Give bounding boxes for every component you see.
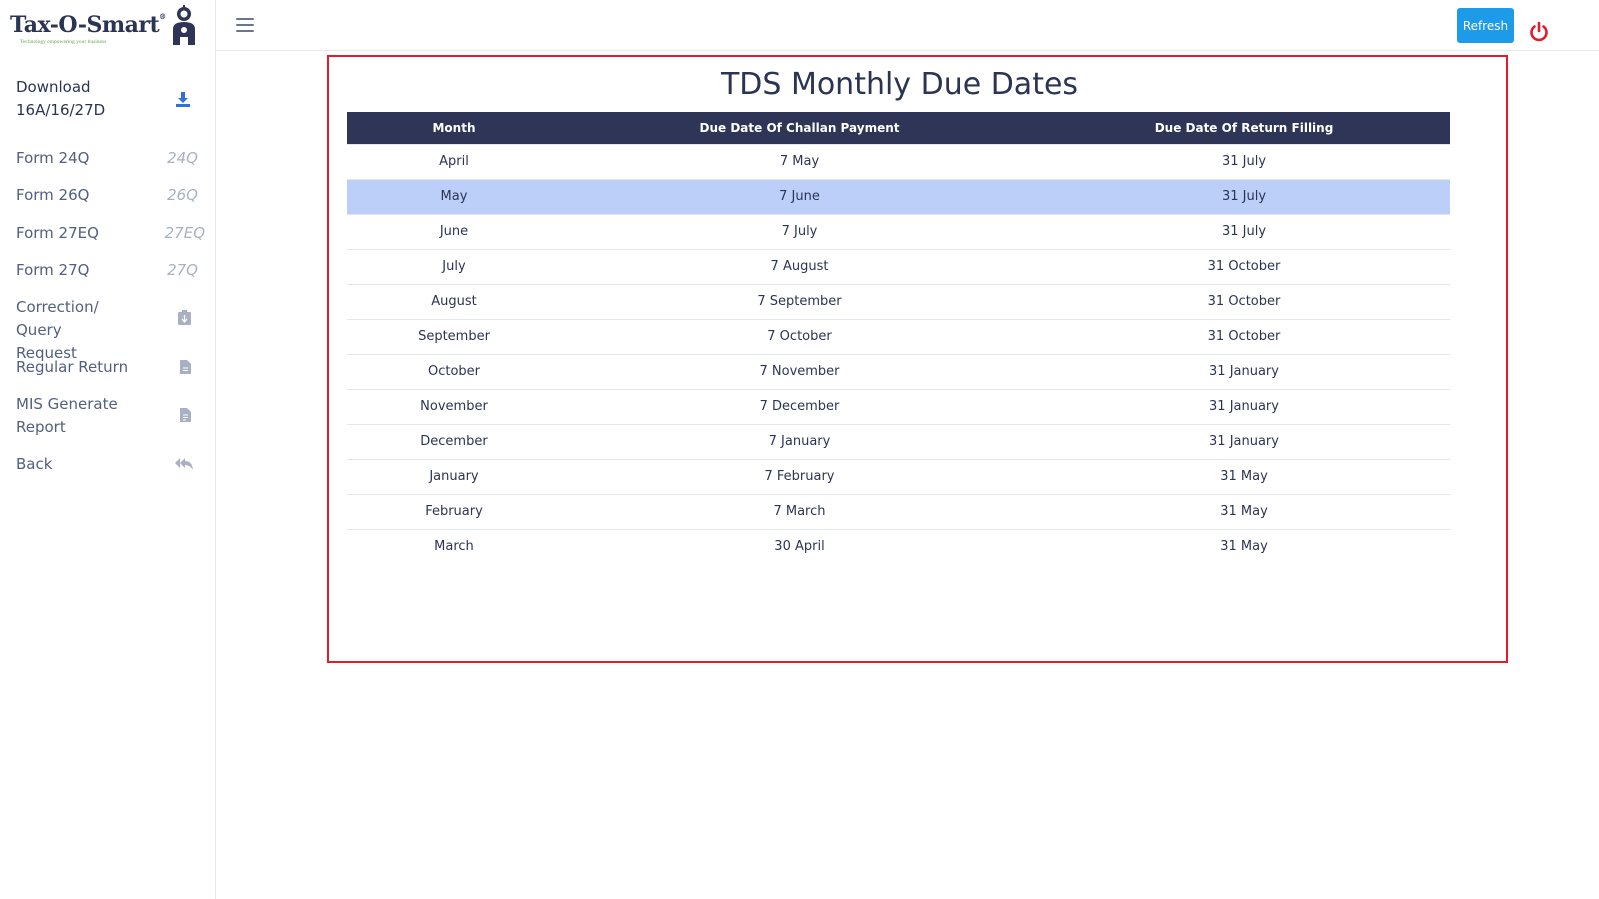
cell-return-due: 31 July: [1038, 143, 1450, 179]
sidebar-item-label: Download 16A/16/27D: [16, 78, 106, 119]
cell-return-due: 31 October: [1038, 283, 1450, 319]
cell-challan-due: 7 January: [561, 423, 1038, 459]
cell-month: December: [347, 423, 561, 459]
brand-name: Tax-O-Smart®: [10, 12, 166, 38]
cell-month: November: [347, 388, 561, 424]
cell-challan-due: 7 December: [561, 388, 1038, 424]
sidebar-item-form-27q[interactable]: Form 27Q 27Q: [0, 259, 215, 296]
cell-month: June: [347, 213, 561, 249]
table-header-row: Month Due Date Of Challan Payment Due Da…: [347, 112, 1450, 144]
sidebar-nav: Download 16A/16/27D Form 24Q 24Q Form 26…: [0, 75, 215, 490]
table-row[interactable]: April 7 May 31 July: [347, 143, 1450, 179]
sidebar-item-abbr: 24Q: [167, 149, 198, 167]
cell-month: January: [347, 458, 561, 494]
power-icon[interactable]: [1528, 21, 1550, 43]
sidebar-item-download[interactable]: Download 16A/16/27D: [0, 75, 215, 147]
table-row[interactable]: December 7 January 31 January: [347, 423, 1450, 459]
sidebar-item-label: Form 27Q: [16, 261, 90, 279]
download-icon: [176, 92, 190, 107]
clipboard-icon: [178, 310, 191, 325]
sidebar-item-form-26q[interactable]: Form 26Q 26Q: [0, 184, 215, 222]
cell-challan-due: 7 August: [561, 248, 1038, 284]
cell-month: April: [347, 143, 561, 179]
cell-challan-due: 7 May: [561, 143, 1038, 179]
table-row[interactable]: February 7 March 31 May: [347, 493, 1450, 529]
sidebar-item-regular-return[interactable]: Regular Return: [0, 356, 215, 393]
sidebar-item-label: Correction/ Query Request: [16, 298, 99, 362]
table-row[interactable]: October 7 November 31 January: [347, 353, 1450, 389]
cell-month: September: [347, 318, 561, 354]
cell-return-due: 31 May: [1038, 458, 1450, 494]
sidebar-item-label: MIS Generate Report: [16, 395, 118, 436]
sidebar-item-form-27eq[interactable]: Form 27EQ 27EQ: [0, 222, 215, 259]
cell-month: March: [347, 528, 561, 564]
table-row[interactable]: September 7 October 31 October: [347, 318, 1450, 354]
top-bar: Refresh: [216, 0, 1599, 51]
due-dates-panel: TDS Monthly Due Dates Month Due Date Of …: [327, 55, 1508, 663]
cell-return-due: 31 January: [1038, 388, 1450, 424]
sidebar-item-back[interactable]: Back: [0, 453, 215, 490]
sidebar-item-correction-query[interactable]: Correction/ Query Request: [0, 296, 215, 362]
report-file-icon: [180, 408, 191, 422]
cell-challan-due: 7 July: [561, 213, 1038, 249]
mascot-icon: [173, 5, 195, 45]
cell-challan-due: 7 October: [561, 318, 1038, 354]
page-title: TDS Monthly Due Dates: [720, 67, 1079, 102]
due-dates-table: Month Due Date Of Challan Payment Due Da…: [347, 112, 1450, 564]
sidebar-item-label: Back: [16, 455, 53, 473]
sidebar: Tax-O-Smart® Technology empowering your …: [0, 0, 216, 899]
menu-toggle-icon[interactable]: [236, 18, 254, 32]
sidebar-item-label: Regular Return: [16, 358, 129, 376]
table-row[interactable]: July 7 August 31 October: [347, 248, 1450, 284]
column-header-month: Month: [347, 112, 561, 144]
sidebar-item-label: Form 24Q: [16, 149, 90, 167]
table-row[interactable]: May 7 June 31 July: [347, 178, 1450, 214]
cell-return-due: 31 January: [1038, 353, 1450, 389]
logo[interactable]: Tax-O-Smart® Technology empowering your …: [0, 0, 215, 54]
file-icon: [180, 360, 191, 374]
table-row[interactable]: January 7 February 31 May: [347, 458, 1450, 494]
cell-return-due: 31 July: [1038, 213, 1450, 249]
refresh-button[interactable]: Refresh: [1457, 8, 1514, 43]
sidebar-item-label: Form 27EQ: [16, 224, 99, 242]
table-row[interactable]: November 7 December 31 January: [347, 388, 1450, 424]
cell-month: August: [347, 283, 561, 319]
cell-month: February: [347, 493, 561, 529]
table-row[interactable]: August 7 September 31 October: [347, 283, 1450, 319]
column-header-challan-due: Due Date Of Challan Payment: [561, 112, 1038, 144]
cell-challan-due: 7 June: [561, 178, 1038, 214]
sidebar-item-label: Form 26Q: [16, 186, 90, 204]
cell-challan-due: 7 February: [561, 458, 1038, 494]
cell-month: May: [347, 178, 561, 214]
cell-challan-due: 7 March: [561, 493, 1038, 529]
table-row[interactable]: March 30 April 31 May: [347, 528, 1450, 564]
sidebar-item-abbr: 27EQ: [164, 224, 205, 242]
cell-return-due: 31 October: [1038, 318, 1450, 354]
cell-return-due: 31 May: [1038, 493, 1450, 529]
sidebar-item-mis-report[interactable]: MIS Generate Report: [0, 393, 215, 453]
cell-month: July: [347, 248, 561, 284]
column-header-return-due: Due Date Of Return Filling: [1038, 112, 1450, 144]
sidebar-item-abbr: 27Q: [167, 261, 198, 279]
brand-tagline: Technology empowering your business: [20, 39, 107, 45]
cell-return-due: 31 January: [1038, 423, 1450, 459]
cell-return-due: 31 October: [1038, 248, 1450, 284]
cell-challan-due: 30 April: [561, 528, 1038, 564]
sidebar-item-form-24q[interactable]: Form 24Q 24Q: [0, 147, 215, 184]
cell-challan-due: 7 September: [561, 283, 1038, 319]
cell-month: October: [347, 353, 561, 389]
cell-challan-due: 7 November: [561, 353, 1038, 389]
table-row[interactable]: June 7 July 31 July: [347, 213, 1450, 249]
cell-return-due: 31 May: [1038, 528, 1450, 564]
cell-return-due: 31 July: [1038, 178, 1450, 214]
reply-all-icon: [175, 458, 193, 470]
sidebar-item-abbr: 26Q: [167, 186, 198, 204]
